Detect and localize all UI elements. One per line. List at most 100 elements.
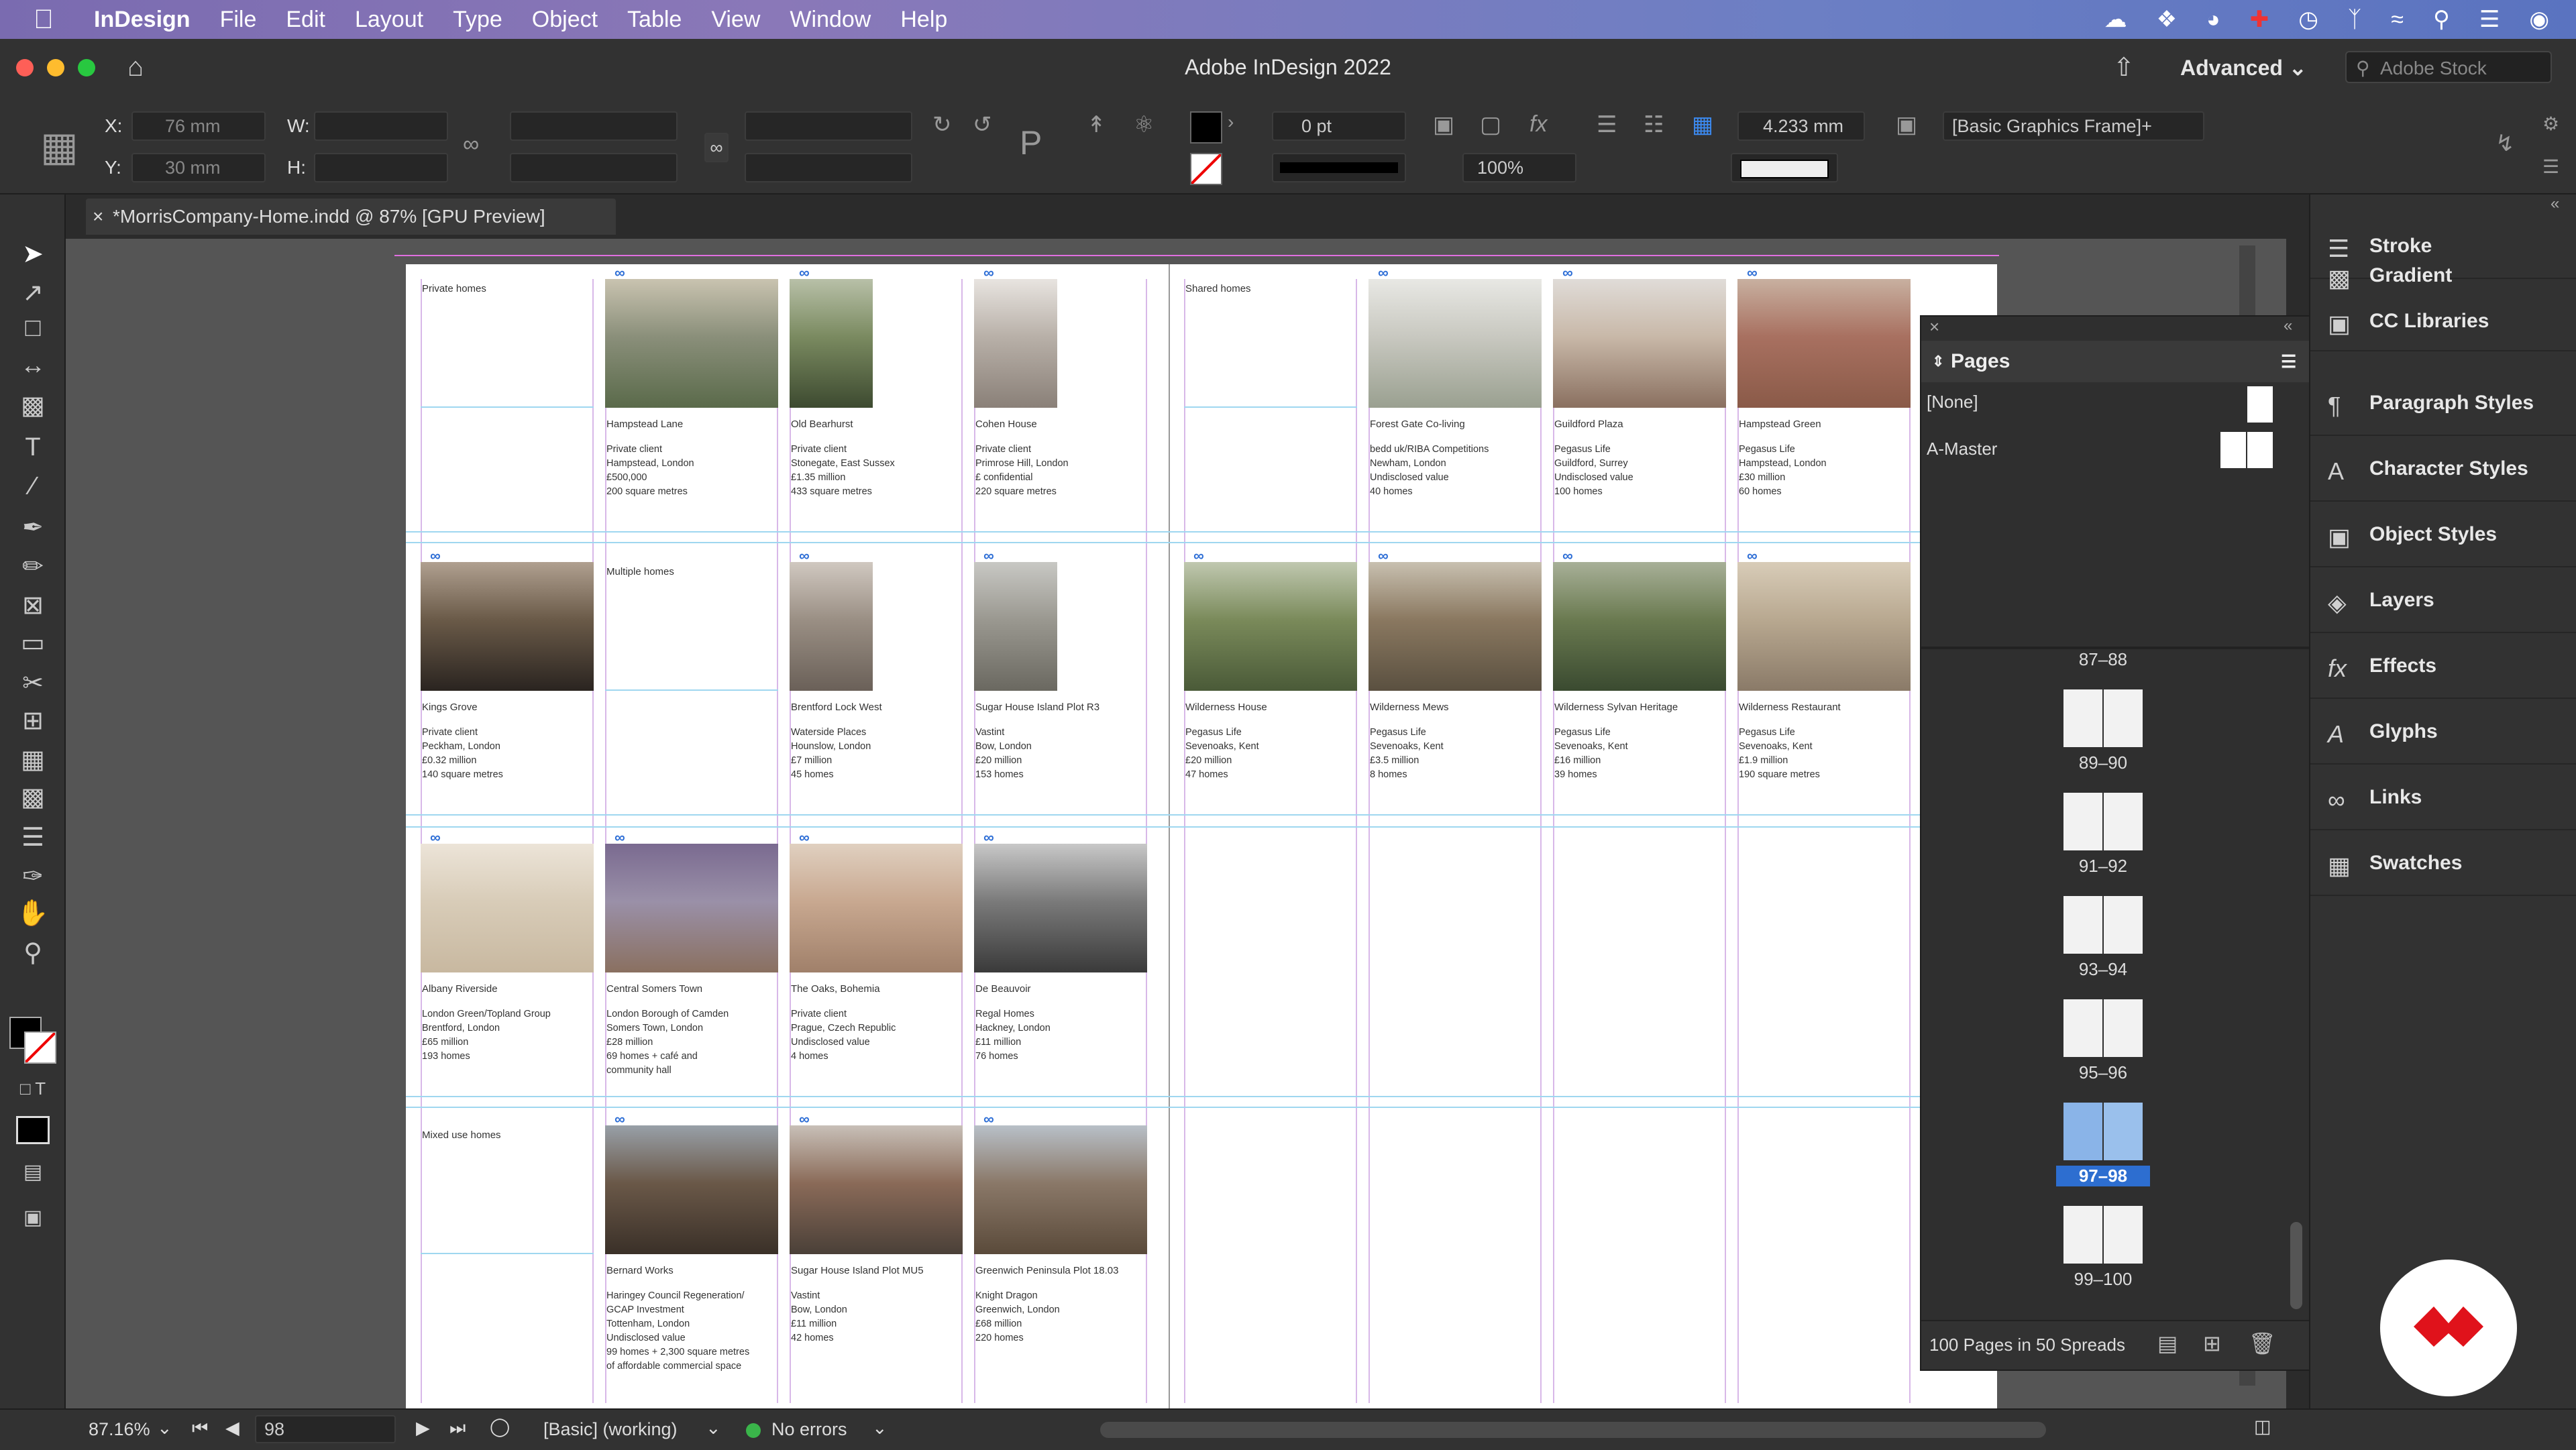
project-image[interactable] — [790, 844, 963, 972]
next-page-icon[interactable]: ▶ — [416, 1418, 430, 1439]
control-center-icon[interactable]: ☰ — [2479, 6, 2500, 33]
selection-tool-icon[interactable]: ➤ — [16, 239, 50, 269]
preflight-icon[interactable]: ◯ — [490, 1416, 510, 1437]
preflight-errors[interactable]: No errors — [771, 1419, 847, 1440]
menu-type[interactable]: Type — [453, 7, 502, 33]
menu-edit[interactable]: Edit — [286, 7, 325, 33]
project-details[interactable]: Knight Dragon Greenwich, London £68 mill… — [975, 1289, 1060, 1345]
object-style-select[interactable]: [Basic Graphics Frame]+ — [1943, 111, 2204, 141]
project-details[interactable]: Pegasus Life Sevenoaks, Kent £16 million… — [1554, 726, 1628, 782]
panel-cc-libraries[interactable]: ▣ CC Libraries — [2310, 304, 2576, 351]
opacity-field[interactable]: 100% — [1462, 153, 1576, 182]
eyedropper-tool-icon[interactable]: ✑ — [16, 861, 50, 891]
spread-thumbnail[interactable] — [2063, 793, 2143, 850]
project-title[interactable]: Bernard Works — [606, 1265, 674, 1276]
project-details[interactable]: Private client Hampstead, London £500,00… — [606, 443, 694, 499]
close-tab-icon[interactable]: × — [93, 199, 103, 235]
stroke-color-field[interactable] — [1731, 153, 1838, 182]
project-details[interactable]: Regal Homes Hackney, London £11 million … — [975, 1007, 1051, 1064]
project-title[interactable]: Wilderness Sylvan Heritage — [1554, 702, 1678, 713]
project-image[interactable] — [1553, 562, 1726, 691]
project-details[interactable]: Private client Prague, Czech Republic Un… — [791, 1007, 896, 1064]
project-title[interactable]: Central Somers Town — [606, 983, 702, 995]
project-image[interactable] — [1553, 279, 1726, 408]
project-details[interactable]: Private client Stonegate, East Sussex £1… — [791, 443, 895, 499]
settings-gear-icon[interactable]: ⚙ — [2542, 113, 2559, 135]
project-image[interactable] — [790, 1125, 963, 1254]
clock-icon[interactable]: ◷ — [2298, 6, 2318, 33]
horizontal-scrollbar[interactable] — [1100, 1422, 2046, 1438]
project-title[interactable]: Sugar House Island Plot R3 — [975, 702, 1099, 713]
select-container-icon[interactable]: ↟ — [1087, 111, 1106, 138]
project-details[interactable]: Private client Primrose Hill, London £ c… — [975, 443, 1069, 499]
project-image[interactable] — [421, 844, 594, 972]
project-image[interactable] — [790, 562, 873, 691]
spread-label[interactable]: 97–98 — [2056, 1166, 2150, 1186]
spread-thumbnail[interactable] — [2063, 689, 2143, 747]
creative-cloud-icon[interactable]: ☁ — [2104, 6, 2127, 33]
apple-icon[interactable]:  — [34, 5, 54, 35]
project-details[interactable]: Pegasus Life Guildford, Surrey Undisclos… — [1554, 443, 1633, 499]
spread-label[interactable]: 95–96 — [2043, 1062, 2163, 1083]
y-field[interactable]: 30 mm — [131, 153, 266, 182]
panel-menu-icon[interactable]: ☰ — [2542, 156, 2559, 178]
pencil-tool-icon[interactable]: ✏ — [16, 551, 50, 581]
project-details[interactable]: Pegasus Life Sevenoaks, Kent £1.9 millio… — [1739, 726, 1820, 782]
corner-options-icon[interactable]: ▢ — [1480, 111, 1501, 138]
project-title[interactable]: Sugar House Island Plot MU5 — [791, 1265, 924, 1276]
profile-chevron-icon[interactable]: ⌄ — [706, 1418, 721, 1439]
delete-page-icon[interactable]: 🗑 — [2249, 1331, 2276, 1356]
spread-thumbnail[interactable] — [2063, 896, 2143, 954]
project-title[interactable]: Old Bearhurst — [791, 419, 853, 430]
pages-scrollbar[interactable] — [2290, 1222, 2302, 1309]
view-options-icon[interactable]: ▣ — [16, 1206, 50, 1229]
bluetooth-icon[interactable]: ᛉ — [2348, 7, 2361, 33]
panel-character-styles[interactable]: A Character Styles — [2310, 437, 2576, 502]
free-transform-tool-icon[interactable]: ⊞ — [16, 706, 50, 736]
project-image[interactable] — [974, 279, 1057, 408]
stroke-weight-field[interactable]: 0 pt — [1272, 111, 1406, 141]
page-tool-icon[interactable]: □ — [16, 314, 50, 343]
shear-field[interactable] — [745, 153, 912, 182]
rotation-field[interactable] — [745, 111, 912, 141]
menu-help[interactable]: Help — [900, 7, 947, 33]
project-title[interactable]: Albany Riverside — [422, 983, 498, 995]
x-field[interactable]: 76 mm — [131, 111, 266, 141]
project-title[interactable]: Kings Grove — [422, 702, 478, 713]
menu-view[interactable]: View — [711, 7, 760, 33]
menu-app-name[interactable]: InDesign — [94, 7, 191, 33]
project-details[interactable]: Private client Peckham, London £0.32 mil… — [422, 726, 503, 782]
spread[interactable]: Private homes ∞ Hampstead Lane Private clie… — [406, 264, 1997, 1408]
project-image[interactable] — [974, 1125, 1147, 1254]
share-icon[interactable]: ⇧ — [2113, 52, 2135, 82]
rotate-cw-icon[interactable]: ↻ — [932, 111, 952, 138]
panel-layers[interactable]: ◈ Layers — [2310, 569, 2576, 633]
menu-layout[interactable]: Layout — [355, 7, 423, 33]
project-image[interactable] — [605, 279, 778, 408]
collapse-dock-icon[interactable]: « — [2551, 194, 2559, 213]
gap-tool-icon[interactable]: ↔ — [16, 351, 50, 380]
spread-label[interactable]: 91–92 — [2043, 856, 2163, 877]
stroke-color-icon[interactable] — [24, 1031, 56, 1064]
page-number-field[interactable]: 98 — [255, 1415, 396, 1443]
panel-links[interactable]: ∞ Links — [2310, 766, 2576, 830]
panel-effects[interactable]: fx Effects — [2310, 634, 2576, 699]
apply-color-icon[interactable] — [16, 1116, 50, 1144]
wifi-icon[interactable]: ≈ — [2391, 7, 2404, 33]
project-details[interactable]: London Borough of Camden Somers Town, Lo… — [606, 1007, 729, 1078]
text-wrap-box-icon[interactable]: ☷ — [1644, 111, 1664, 138]
project-image[interactable] — [1184, 562, 1357, 691]
cast-icon[interactable]: ◕ — [2206, 7, 2220, 33]
auto-fit-icon[interactable]: ▦ — [1692, 111, 1713, 138]
width-field[interactable] — [314, 111, 448, 141]
spread-label[interactable]: 99–100 — [2043, 1269, 2163, 1290]
project-details[interactable]: Vastint Bow, London £20 million 153 home… — [975, 726, 1032, 782]
select-content-icon[interactable]: ⚛ — [1134, 111, 1154, 138]
line-tool-icon[interactable]: ∕ — [16, 472, 50, 501]
project-title[interactable]: Hampstead Lane — [606, 419, 683, 430]
empty-frame[interactable] — [1184, 279, 1357, 408]
project-title[interactable]: Wilderness Restaurant — [1739, 702, 1841, 713]
empty-frame[interactable] — [605, 562, 778, 691]
rectangle-frame-tool-icon[interactable]: ⊠ — [16, 590, 50, 620]
note-tool-icon[interactable]: ☰ — [16, 822, 50, 852]
